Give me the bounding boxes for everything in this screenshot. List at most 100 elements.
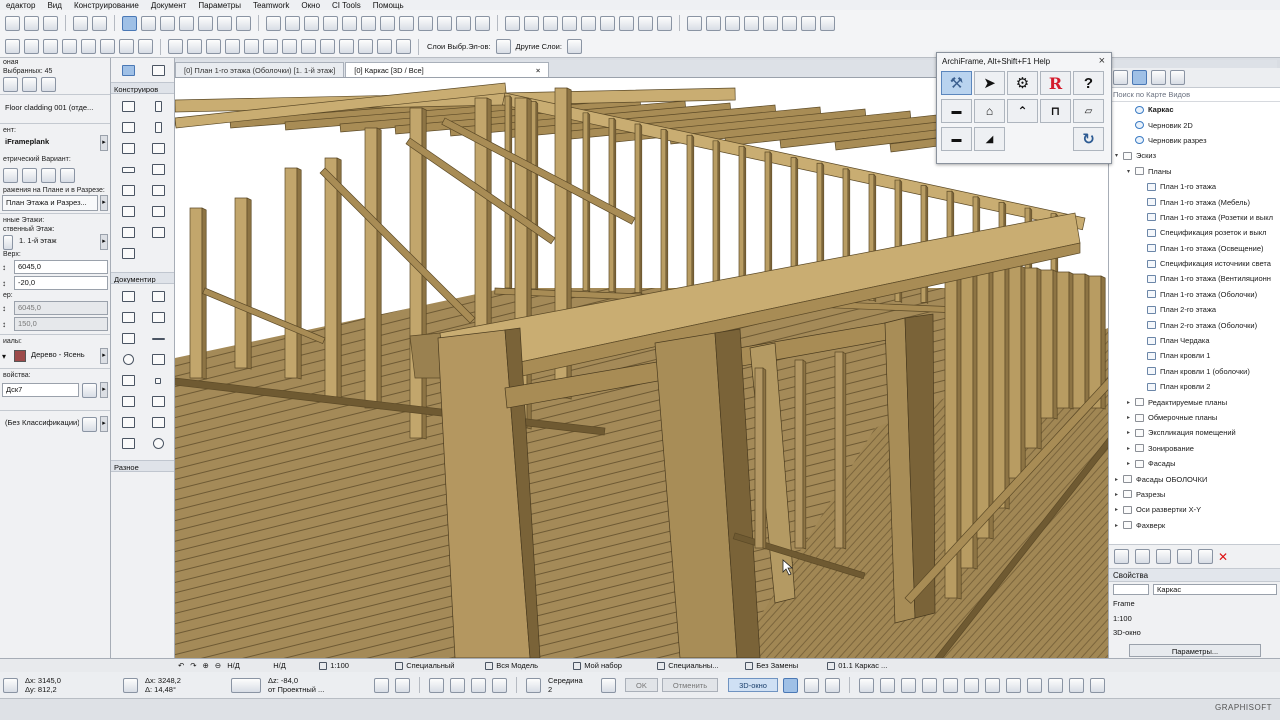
open-view-icon[interactable] bbox=[1198, 549, 1213, 564]
view-map-item[interactable]: ▸ Зонирование bbox=[1109, 441, 1280, 456]
model-view-dropdown[interactable]: Вся Модель bbox=[485, 661, 567, 670]
property-settings-icon[interactable] bbox=[82, 382, 97, 398]
delta-icon[interactable] bbox=[3, 677, 18, 693]
view-map-item[interactable]: ▸ Оси развертки X-Y bbox=[1109, 502, 1280, 517]
fillet-icon[interactable] bbox=[361, 15, 376, 31]
snap-icon[interactable] bbox=[429, 677, 444, 693]
beam-button[interactable]: ▬ bbox=[941, 99, 972, 123]
view-map-item[interactable]: План 1-го этажа (Оболочки) bbox=[1109, 287, 1280, 302]
tab-3d-frame[interactable]: [0] Каркас [3D / Все] × bbox=[345, 62, 550, 77]
view-map-item[interactable]: ▾ Планы bbox=[1109, 164, 1280, 179]
lock-icon[interactable] bbox=[206, 39, 221, 54]
close-icon[interactable]: × bbox=[536, 66, 540, 75]
toolbox-section-design[interactable]: Конструиров bbox=[111, 82, 174, 94]
undo-icon[interactable]: ↶ bbox=[178, 661, 184, 670]
ok-button[interactable]: OK bbox=[625, 678, 658, 692]
zone-tool[interactable] bbox=[143, 201, 173, 222]
element-type[interactable]: iFrameplank bbox=[2, 136, 98, 150]
layout-icon[interactable] bbox=[801, 15, 816, 31]
3d-window-button[interactable]: 3D-окно bbox=[728, 678, 778, 692]
nd-value-1[interactable]: Н/Д bbox=[227, 661, 267, 670]
from-project-value[interactable]: от Проектный ... bbox=[268, 685, 334, 694]
chevron-right-icon[interactable]: ▸ bbox=[1127, 460, 1135, 467]
marquee-icon[interactable] bbox=[92, 15, 107, 31]
chevron-right-icon[interactable]: ▸ bbox=[1127, 414, 1135, 421]
arrow-tool[interactable] bbox=[113, 60, 143, 80]
door-tool[interactable] bbox=[113, 117, 143, 138]
menu-document[interactable]: Документ bbox=[145, 1, 193, 10]
view-map-item[interactable]: План 2-го этажа (Оболочки) bbox=[1109, 317, 1280, 332]
chevron-right-icon[interactable]: ▸ bbox=[1127, 429, 1135, 436]
view-map-item[interactable]: ▸ Разрезы bbox=[1109, 487, 1280, 502]
adjust-icon[interactable] bbox=[380, 15, 395, 31]
model-view-icon[interactable] bbox=[543, 15, 558, 31]
refresh-button[interactable]: ↻ bbox=[1073, 127, 1104, 151]
settings-icon[interactable] bbox=[41, 76, 56, 92]
scale-dropdown[interactable]: 1:100 bbox=[319, 661, 389, 670]
bottom-offset-field[interactable]: 150,0 bbox=[14, 317, 108, 331]
3d-style-icon[interactable] bbox=[782, 677, 798, 693]
mesh-tool[interactable] bbox=[143, 222, 173, 243]
gravity-icon[interactable] bbox=[179, 15, 194, 31]
rotate-selection-icon[interactable] bbox=[22, 76, 37, 92]
graphic-override-icon[interactable] bbox=[581, 15, 596, 31]
shell-tool[interactable] bbox=[113, 180, 143, 201]
reserve-icon[interactable] bbox=[744, 15, 759, 31]
pen-set-dropdown[interactable]: Мой набор bbox=[573, 661, 651, 670]
zone-category-icon[interactable] bbox=[119, 39, 134, 54]
view-map-item[interactable]: Спецификация розеток и выкл bbox=[1109, 225, 1280, 240]
walk-icon[interactable] bbox=[858, 677, 874, 693]
tab-floor-plan[interactable]: [0] План 1-го этажа (Оболочки) [1. 1-й э… bbox=[175, 62, 345, 77]
edit-icon[interactable] bbox=[1047, 677, 1063, 693]
fill-icon[interactable] bbox=[43, 39, 58, 54]
menu-window[interactable]: Окно bbox=[295, 1, 326, 10]
project-map-icon[interactable] bbox=[1113, 70, 1128, 85]
detail-tool[interactable] bbox=[113, 433, 143, 454]
menu-ci-tools[interactable]: CI Tools bbox=[326, 1, 367, 10]
display-dropdown[interactable]: План Этажа и Разрез... bbox=[2, 195, 98, 211]
view-map-item[interactable]: План 2-го этажа bbox=[1109, 302, 1280, 317]
line-tool[interactable] bbox=[143, 328, 173, 349]
offset-icon[interactable] bbox=[285, 15, 300, 31]
inject-icon[interactable] bbox=[43, 15, 58, 31]
slab-tool[interactable] bbox=[113, 159, 143, 180]
mirror-icon[interactable] bbox=[456, 15, 471, 31]
section-box-icon[interactable] bbox=[942, 677, 958, 693]
wall-frame-button[interactable]: ⌂ bbox=[974, 99, 1005, 123]
structural-icon[interactable] bbox=[600, 15, 615, 31]
composite-icon[interactable] bbox=[81, 39, 96, 54]
snap-alt-icon[interactable] bbox=[450, 677, 465, 693]
column-tool[interactable] bbox=[143, 96, 173, 117]
bottom-field[interactable]: 6045,0 bbox=[14, 301, 108, 315]
geom-method-2-icon[interactable] bbox=[22, 167, 37, 183]
building-material-icon[interactable] bbox=[138, 39, 153, 54]
show-hide-icon[interactable] bbox=[396, 39, 411, 54]
elevation-tool[interactable] bbox=[143, 412, 173, 433]
snap-guide-icon[interactable] bbox=[492, 677, 507, 693]
menu-options[interactable]: Параметры bbox=[192, 1, 247, 10]
chevron-right-icon[interactable]: ▸ bbox=[100, 234, 108, 250]
grid-icon[interactable] bbox=[395, 677, 410, 693]
chevron-right-icon[interactable]: ▸ bbox=[100, 382, 108, 398]
view-map-item[interactable]: План кровли 1 (оболочки) bbox=[1109, 364, 1280, 379]
bring-front-icon[interactable] bbox=[244, 39, 259, 54]
view-map-item[interactable]: План 1-го этажа (Освещение) bbox=[1109, 241, 1280, 256]
geom-method-4-icon[interactable] bbox=[60, 167, 75, 183]
view-map-icon[interactable] bbox=[1132, 70, 1147, 85]
ungroup-icon[interactable] bbox=[187, 39, 202, 54]
pen-icon[interactable] bbox=[24, 39, 39, 54]
dimension-tool[interactable] bbox=[113, 286, 143, 307]
home-floor-value[interactable]: 1. 1-й этаж bbox=[16, 235, 98, 249]
polar-icon[interactable] bbox=[123, 677, 138, 693]
messages-icon[interactable] bbox=[763, 15, 778, 31]
classification-icon[interactable] bbox=[82, 416, 97, 432]
view-map-item[interactable]: ▾ Эскиз bbox=[1109, 148, 1280, 163]
spline-tool[interactable] bbox=[113, 370, 143, 391]
trim-icon[interactable] bbox=[304, 15, 319, 31]
layer-filter-icon[interactable] bbox=[122, 15, 137, 31]
fill-tool[interactable] bbox=[113, 328, 143, 349]
material-view-icon[interactable] bbox=[1026, 677, 1042, 693]
menu-view[interactable]: Вид bbox=[41, 1, 67, 10]
text-tool[interactable] bbox=[113, 307, 143, 328]
resize-icon[interactable] bbox=[418, 15, 433, 31]
